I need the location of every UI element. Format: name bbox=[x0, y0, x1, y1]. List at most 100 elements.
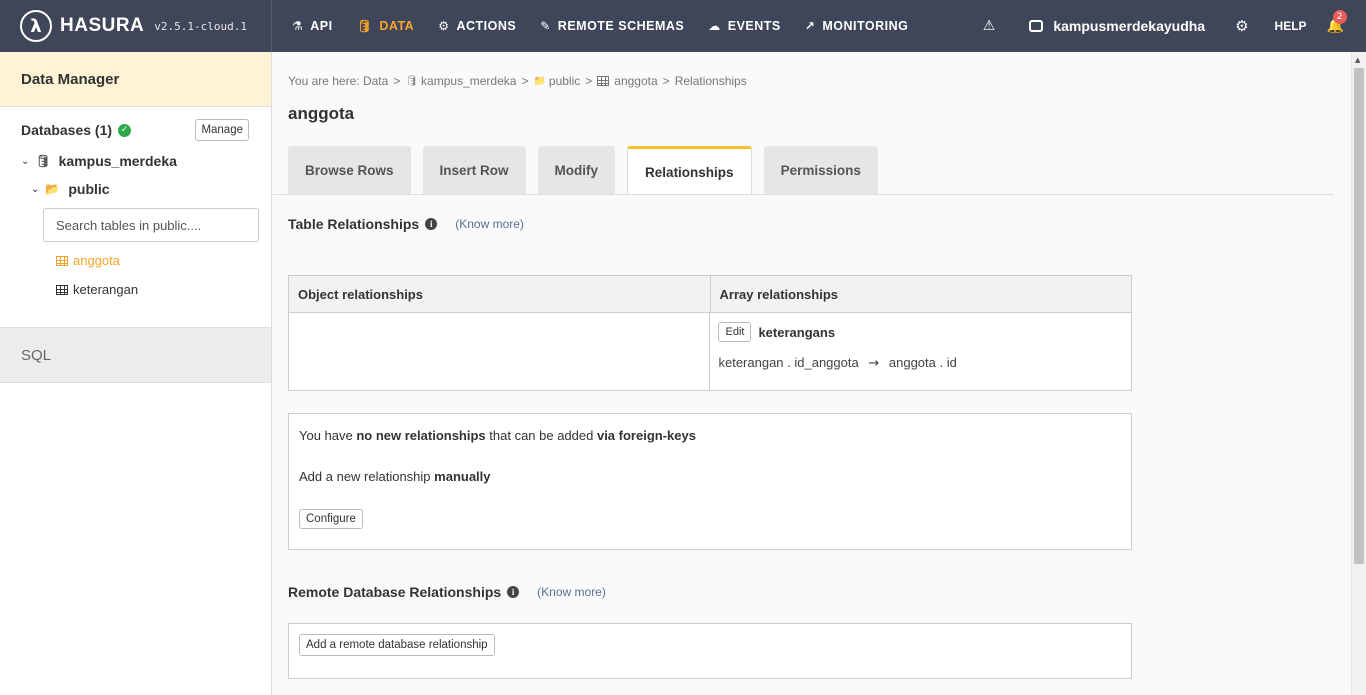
database-name: kampus_merdeka bbox=[58, 153, 177, 169]
relationships-table: Object relationships Array relationships… bbox=[288, 275, 1132, 391]
sidebar: Data Manager Databases (1) ✓ Manage ⌄ 🛢 … bbox=[0, 52, 272, 695]
version-label: v2.5.1-cloud.1 bbox=[154, 19, 247, 33]
breadcrumb-separator: > bbox=[393, 74, 401, 88]
object-relationships-header: Object relationships bbox=[289, 276, 711, 312]
table-header-row: Object relationships Array relationships bbox=[289, 276, 1131, 313]
text-segment: no new relationships bbox=[356, 428, 486, 443]
tab-browse-rows[interactable]: Browse Rows bbox=[288, 146, 411, 194]
info-icon[interactable]: i bbox=[507, 586, 520, 598]
data-manager-title: Data Manager bbox=[0, 52, 271, 107]
nav-data[interactable]: 🛢 DATA bbox=[345, 0, 427, 52]
foreign-key-suggestions-box: You have no new relationships that can b… bbox=[288, 413, 1132, 550]
configure-button[interactable]: Configure bbox=[299, 509, 363, 529]
tabs-divider bbox=[273, 194, 1334, 195]
manage-button[interactable]: Manage bbox=[195, 119, 249, 141]
tab-permissions[interactable]: Permissions bbox=[763, 146, 878, 194]
add-remote-relationship-button[interactable]: Add a remote database relationship bbox=[299, 634, 495, 656]
table-row: Edit keterangans keterangan . id_anggota… bbox=[289, 313, 1131, 390]
table-tabs: Browse Rows Insert Row Modify Relationsh… bbox=[288, 146, 890, 195]
nav-monitoring[interactable]: ↗ MONITORING bbox=[793, 0, 921, 52]
breadcrumb-schema[interactable]: public bbox=[549, 74, 580, 88]
nav-label: ACTIONS bbox=[456, 19, 517, 33]
schema-name: public bbox=[68, 181, 110, 197]
database-icon: 🛢 bbox=[35, 154, 51, 168]
brand[interactable]: λ HASURA v2.5.1-cloud.1 bbox=[0, 0, 272, 52]
mapping-from: keterangan . id_anggota bbox=[718, 355, 859, 370]
server-icon bbox=[1029, 20, 1044, 32]
sidebar-sql-link[interactable]: SQL bbox=[0, 327, 271, 383]
table-relationships-heading: Table Relationships i (Know more) bbox=[288, 216, 524, 232]
nav-label: MONITORING bbox=[822, 19, 909, 33]
nav-api[interactable]: ⚗ API bbox=[280, 0, 345, 52]
object-relationships-cell bbox=[289, 313, 711, 390]
nav-events[interactable]: ☁ EVENTS bbox=[696, 0, 793, 52]
nav-remote-schemas[interactable]: ✎ REMOTE SCHEMAS bbox=[528, 0, 696, 52]
nav-label: DATA bbox=[379, 19, 415, 33]
vertical-scrollbar[interactable]: ▲ bbox=[1351, 52, 1366, 695]
notification-badge: 2 bbox=[1332, 10, 1347, 24]
database-icon: 🛢 bbox=[356, 19, 373, 33]
project-selector[interactable]: kampusmerdekayudha bbox=[1029, 18, 1205, 34]
breadcrumb-separator: > bbox=[662, 74, 670, 88]
text-segment: Add a new relationship bbox=[299, 469, 435, 484]
success-check-icon: ✓ bbox=[118, 123, 132, 137]
section-title-text: Remote Database Relationships bbox=[288, 584, 502, 600]
array-relationships-cell: Edit keterangans keterangan . id_anggota… bbox=[710, 313, 1131, 390]
cloud-icon: ☁ bbox=[708, 19, 721, 33]
mapping-to: anggota . id bbox=[888, 355, 957, 370]
folder-icon: 📁 bbox=[533, 75, 546, 87]
search-tables-input[interactable]: Search tables in public.... bbox=[43, 208, 259, 242]
manual-message: Add a new relationship manually bbox=[299, 469, 1121, 484]
breadcrumb-data[interactable]: Data bbox=[363, 74, 388, 88]
text-segment: that can be added bbox=[485, 428, 597, 443]
info-icon[interactable]: i bbox=[425, 218, 438, 230]
chevron-down-icon[interactable]: ⌄ bbox=[31, 184, 39, 195]
table-label: anggota bbox=[73, 253, 120, 268]
table-icon bbox=[56, 284, 68, 295]
know-more-link[interactable]: (Know more) bbox=[537, 585, 606, 599]
databases-row: Databases (1) ✓ Manage bbox=[0, 119, 271, 141]
table-icon bbox=[56, 255, 68, 266]
tab-modify[interactable]: Modify bbox=[537, 146, 616, 194]
table-label: keterangan bbox=[73, 282, 139, 297]
breadcrumb-table[interactable]: anggota bbox=[614, 74, 657, 88]
settings-gear-icon[interactable]: ⚙ bbox=[1235, 17, 1248, 35]
nav-actions[interactable]: ⚙ ACTIONS bbox=[426, 0, 528, 52]
header-right: ⚠ kampusmerdekayudha ⚙ HELP 🔔 2 bbox=[983, 0, 1366, 52]
top-navbar: λ HASURA v2.5.1-cloud.1 ⚗ API 🛢 DATA ⚙ ACTI… bbox=[0, 0, 1366, 52]
remote-relationships-heading: Remote Database Relationships i (Know mo… bbox=[288, 584, 606, 600]
databases-label: Databases (1) bbox=[21, 122, 113, 138]
breadcrumb-database[interactable]: kampus_merdeka bbox=[421, 74, 516, 88]
arrow-right-icon: → bbox=[868, 356, 880, 371]
scroll-up-arrow-icon[interactable]: ▲ bbox=[1355, 56, 1360, 64]
edit-relationship-button[interactable]: Edit bbox=[718, 322, 752, 342]
brand-name: HASURA bbox=[60, 15, 145, 36]
sidebar-table-anggota[interactable]: anggota bbox=[0, 246, 271, 275]
sidebar-table-keterangan[interactable]: keterangan bbox=[0, 275, 271, 304]
main-content: You are here: Data > 🛢 kampus_merdeka > … bbox=[273, 52, 1351, 695]
remote-relationships-box: Add a remote database relationship bbox=[288, 623, 1132, 679]
tab-relationships[interactable]: Relationships bbox=[627, 146, 752, 195]
relationship-entry: Edit keterangans bbox=[718, 322, 1123, 342]
tree-schema[interactable]: ⌄ 📂 public bbox=[0, 181, 271, 197]
tab-insert-row[interactable]: Insert Row bbox=[422, 146, 526, 194]
text-segment: via foreign-keys bbox=[596, 428, 696, 443]
nav-label: REMOTE SCHEMAS bbox=[557, 19, 685, 33]
breadcrumb-current: Relationships bbox=[674, 74, 747, 88]
notifications-bell-icon[interactable]: 🔔 2 bbox=[1327, 10, 1347, 34]
help-link[interactable]: HELP bbox=[1275, 19, 1307, 33]
cogs-icon: ⚙ bbox=[438, 19, 450, 33]
tree-database[interactable]: ⌄ 🛢 kampus_merdeka bbox=[0, 153, 271, 169]
scroll-thumb[interactable] bbox=[1354, 68, 1364, 564]
know-more-link[interactable]: (Know more) bbox=[455, 217, 524, 231]
array-relationships-header: Array relationships bbox=[719, 286, 839, 302]
warning-icon[interactable]: ⚠ bbox=[983, 18, 996, 34]
fk-message: You have no new relationships that can b… bbox=[299, 428, 1121, 443]
section-title-text: Table Relationships bbox=[288, 216, 420, 232]
nav-label: API bbox=[310, 19, 333, 33]
text-segment: You have bbox=[299, 428, 357, 443]
breadcrumb-separator: > bbox=[585, 74, 593, 88]
breadcrumb-separator: > bbox=[521, 74, 529, 88]
chevron-down-icon[interactable]: ⌄ bbox=[21, 156, 29, 167]
hasura-logo-icon: λ bbox=[20, 10, 52, 42]
